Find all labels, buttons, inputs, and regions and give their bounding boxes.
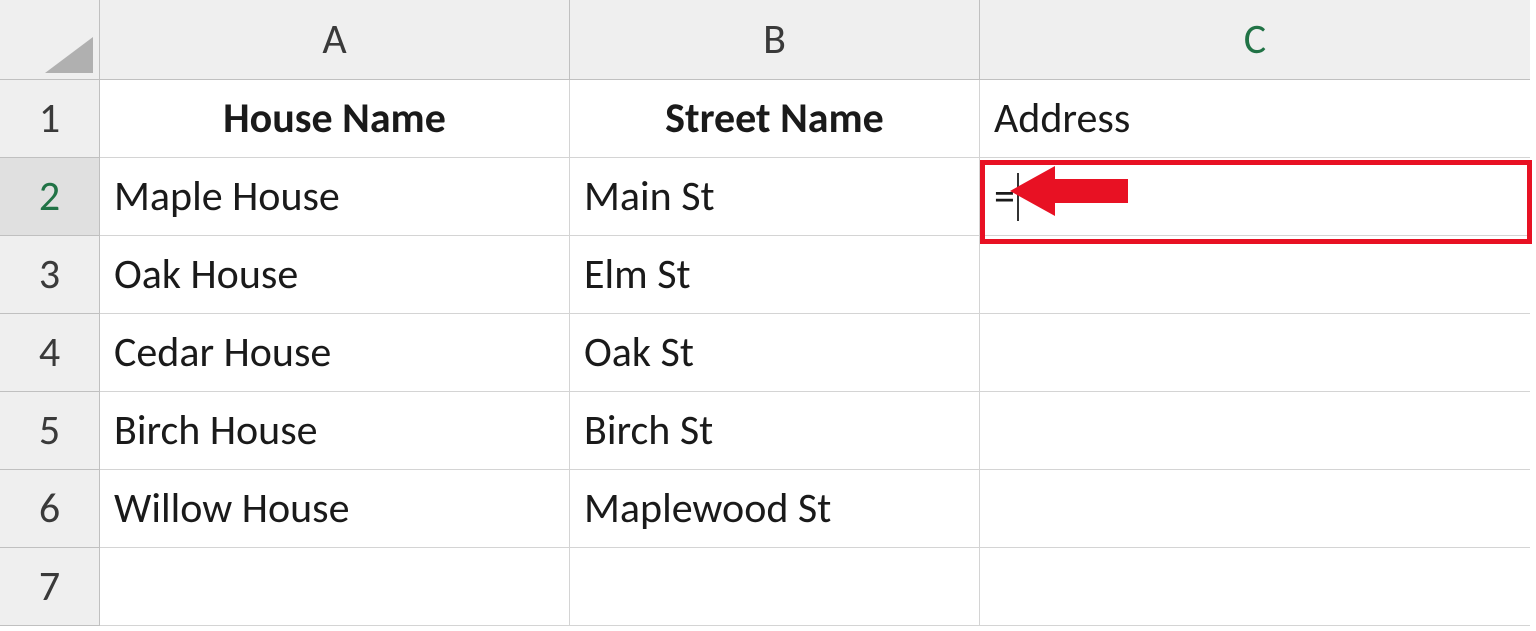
- cell-B4[interactable]: Oak St: [570, 314, 980, 392]
- cell-B3[interactable]: Elm St: [570, 236, 980, 314]
- cell-C3[interactable]: [980, 236, 1530, 314]
- cell-C4[interactable]: [980, 314, 1530, 392]
- cell-B5[interactable]: Birch St: [570, 392, 980, 470]
- cell-A7[interactable]: [100, 548, 570, 626]
- row-header-6[interactable]: 6: [0, 470, 100, 548]
- row-header-5[interactable]: 5: [0, 392, 100, 470]
- spreadsheet-grid: A B C 1 House Name Street Name Address 2…: [0, 0, 1536, 626]
- cell-B7[interactable]: [570, 548, 980, 626]
- col-header-A[interactable]: A: [100, 0, 570, 80]
- col-header-C[interactable]: C: [980, 0, 1530, 80]
- cell-C7[interactable]: [980, 548, 1530, 626]
- text-caret-icon: [1017, 173, 1019, 221]
- select-all-corner[interactable]: [0, 0, 100, 80]
- cell-C5[interactable]: [980, 392, 1530, 470]
- cell-A3[interactable]: Oak House: [100, 236, 570, 314]
- cell-B2[interactable]: Main St: [570, 158, 980, 236]
- cell-B6[interactable]: Maplewood St: [570, 470, 980, 548]
- col-header-B[interactable]: B: [570, 0, 980, 80]
- cell-A2[interactable]: Maple House: [100, 158, 570, 236]
- cell-A1[interactable]: House Name: [100, 80, 570, 158]
- cell-A6[interactable]: Willow House: [100, 470, 570, 548]
- row-header-3[interactable]: 3: [0, 236, 100, 314]
- row-header-4[interactable]: 4: [0, 314, 100, 392]
- select-all-triangle-icon: [45, 37, 93, 73]
- cell-C1[interactable]: Address: [980, 80, 1530, 158]
- row-header-2[interactable]: 2: [0, 158, 100, 236]
- cell-B1[interactable]: Street Name: [570, 80, 980, 158]
- callout-arrow-icon: [1010, 161, 1130, 233]
- cell-C6[interactable]: [980, 470, 1530, 548]
- row-header-1[interactable]: 1: [0, 80, 100, 158]
- active-cell-value: =: [994, 171, 1015, 222]
- cell-A4[interactable]: Cedar House: [100, 314, 570, 392]
- cell-C2[interactable]: =: [980, 158, 1530, 236]
- cell-A5[interactable]: Birch House: [100, 392, 570, 470]
- row-header-7[interactable]: 7: [0, 548, 100, 626]
